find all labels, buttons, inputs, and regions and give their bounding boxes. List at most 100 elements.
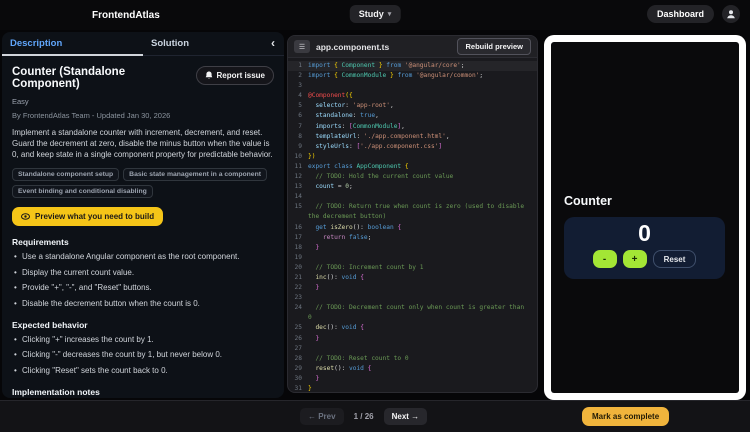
line-number: 9	[298, 142, 302, 150]
section-list: Requirements Use a standalone Angular com…	[12, 237, 274, 398]
line-number: 6	[298, 112, 302, 120]
code-text: // TODO: Decrement count only when count…	[308, 304, 528, 322]
code-line: 26 }	[288, 334, 537, 344]
tag-list: Standalone component setup Basic state ma…	[12, 168, 274, 199]
bullet-item: Clicking "Reset" sets the count back to …	[12, 366, 274, 377]
next-button[interactable]: Next →	[383, 408, 428, 425]
file-menu-icon[interactable]: ☰	[294, 40, 310, 53]
code-text: }	[315, 243, 320, 251]
line-number: 12	[294, 173, 302, 181]
code-text: imports: [CommonModule],	[315, 122, 405, 130]
dashboard-button[interactable]: Dashboard	[646, 5, 714, 23]
line-number: 14	[294, 193, 302, 201]
challenge-title: Counter (Standalone Component)	[12, 66, 126, 90]
code-line: 4 @Component({	[288, 91, 537, 101]
code-text: selector: 'app-root',	[315, 102, 394, 110]
code-line: 30 }	[288, 374, 537, 384]
challenge-panel: Description Solution ‹ Counter (Standalo…	[2, 32, 284, 398]
line-number: 15	[294, 203, 302, 211]
line-number: 20	[294, 263, 302, 271]
topbar-right-group: Dashboard	[646, 5, 740, 23]
code-line: 13 count = 0;	[288, 182, 537, 192]
eye-icon	[21, 213, 30, 221]
code-text: }	[315, 334, 320, 342]
code-text: // TODO: Reset count to 0	[315, 354, 409, 362]
code-line: 16 get isZero(): boolean {	[288, 223, 537, 233]
mark-complete-button[interactable]: Mark as complete	[582, 407, 670, 426]
bullet-item: Use a standalone Angular component as th…	[12, 252, 274, 263]
code-line: 1 import { Component } from '@angular/cor…	[288, 61, 537, 72]
preview-target-label: Preview what you need to build	[35, 212, 155, 222]
code-text: return false;	[322, 233, 372, 241]
preview-target-button[interactable]: Preview what you need to build	[12, 207, 164, 227]
line-number: 1	[298, 62, 302, 69]
line-number: 16	[294, 223, 302, 231]
code-line: 19	[288, 253, 537, 263]
code-line: 29 reset(): void {	[288, 364, 537, 374]
code-text: import { Component } from '@angular/core…	[308, 62, 465, 69]
code-line: 2 import { CommonModule } from '@angular/…	[288, 71, 537, 81]
bullet-item: Disable the decrement button when the co…	[12, 299, 274, 310]
pagination-nav: ← Prev 1 / 26 Next →	[300, 408, 428, 425]
line-number: 7	[298, 122, 302, 130]
code-line: 20 // TODO: Increment count by 1	[288, 263, 537, 273]
reset-button[interactable]: Reset	[652, 250, 697, 268]
line-number: 2	[298, 72, 302, 80]
line-number: 26	[294, 334, 302, 342]
line-number: 28	[294, 354, 302, 362]
tab-solution[interactable]: Solution	[143, 32, 284, 55]
bullet-item: Display the current count value.	[12, 268, 274, 279]
topic-tag: Standalone component setup	[12, 168, 120, 182]
code-text: standalone: true,	[315, 112, 379, 120]
line-number: 30	[294, 374, 302, 382]
code-line: 15 // TODO: Return true when count is ze…	[288, 202, 537, 222]
code-line: 31}	[288, 384, 537, 392]
user-icon	[726, 9, 736, 19]
code-lines[interactable]: 1 import { Component } from '@angular/cor…	[288, 58, 537, 392]
line-number: 4	[298, 92, 302, 100]
line-number: 19	[294, 253, 302, 261]
line-number: 17	[294, 233, 302, 241]
preview-frame: Counter 0 - + Reset	[544, 35, 746, 400]
section-heading: Implementation notes	[12, 387, 100, 398]
code-line: 11 export class AppComponent {	[288, 162, 537, 172]
code-line: 21 inc(): void {	[288, 273, 537, 283]
report-issue-button[interactable]: Report issue	[195, 66, 274, 85]
description-section: Requirements Use a standalone Angular com…	[12, 237, 274, 309]
code-text: reset(): void {	[315, 364, 372, 372]
code-line: 23	[288, 293, 537, 303]
tab-description[interactable]: Description	[2, 32, 143, 55]
code-line: 22 }	[288, 283, 537, 293]
counter-app: Counter 0 - + Reset	[551, 194, 739, 279]
increment-button[interactable]: +	[622, 250, 647, 268]
code-line: 27	[288, 344, 537, 354]
file-tab[interactable]: app.component.ts	[316, 42, 389, 52]
code-text: inc(): void {	[315, 273, 364, 281]
code-text: styleUrls: ['./app.component.css']	[315, 142, 443, 150]
counter-heading: Counter	[564, 194, 612, 208]
collapse-panel-icon[interactable]: ‹	[271, 36, 275, 50]
bullet-item: Provide "+", "-", and "Reset" buttons.	[12, 283, 274, 294]
bullet-list: Clicking "+" increases the count by 1. Cl…	[12, 335, 274, 377]
bullet-item: Clicking "-" decreases the count by 1, b…	[12, 350, 274, 361]
topic-tag: Event binding and conditional disabling	[12, 185, 153, 199]
challenge-content: Counter (Standalone Component) Report is…	[2, 56, 284, 398]
prev-button[interactable]: ← Prev	[300, 408, 344, 425]
description-section: Implementation notesUse a regular class …	[12, 387, 274, 398]
rebuild-preview-button[interactable]: Rebuild preview	[457, 38, 531, 55]
code-text: // TODO: Increment count by 1	[315, 263, 424, 271]
code-text: }	[315, 374, 320, 382]
code-text: @Component({	[308, 92, 353, 100]
bullet-item: Clicking "+" increases the count by 1.	[12, 335, 274, 346]
counter-buttons: - + Reset	[564, 250, 725, 268]
study-menu-button[interactable]: Study ▾	[349, 5, 401, 23]
line-number: 10	[294, 152, 302, 160]
user-avatar-button[interactable]	[722, 5, 740, 23]
decrement-button[interactable]: -	[592, 250, 617, 268]
footer-bar: ← Prev 1 / 26 Next → Mark as complete	[0, 400, 750, 432]
preview-viewport: Counter 0 - + Reset	[551, 42, 739, 393]
code-text: // TODO: Hold the current count value	[315, 173, 454, 181]
code-text: export class AppComponent {	[308, 162, 409, 170]
code-line: 14	[288, 192, 537, 202]
